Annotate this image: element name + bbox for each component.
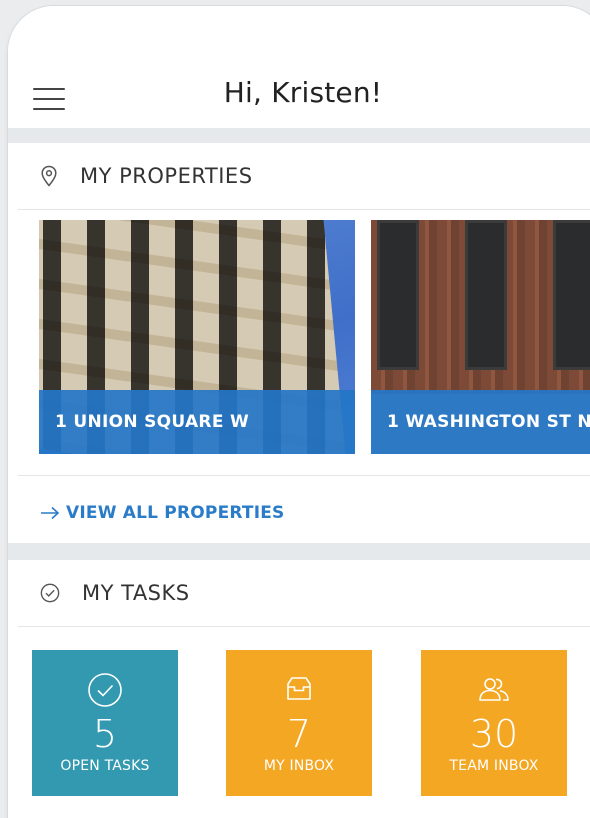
section-divider [8, 543, 590, 560]
my-inbox-label: MY INBOX [263, 758, 335, 774]
my-tasks-title: MY TASKS [82, 581, 190, 605]
open-tasks-tile[interactable]: 5 OPEN TASKS [32, 650, 178, 796]
property-card[interactable]: 1 WASHINGTON ST NEW [371, 220, 590, 454]
my-inbox-tile[interactable]: 7 MY INBOX [226, 650, 372, 796]
greeting-title: Hi, Kristen! [223, 76, 383, 109]
section-divider [8, 128, 590, 143]
team-inbox-count: 30 [469, 712, 519, 756]
team-users-icon [479, 678, 509, 701]
divider-line [18, 209, 590, 210]
location-pin-icon [41, 165, 57, 187]
app-header: Hi, Kristen! [8, 6, 590, 128]
property-card[interactable]: 1 UNION SQUARE W [39, 220, 355, 454]
view-all-properties-label: VIEW ALL PROPERTIES [66, 503, 285, 523]
arrow-right-icon [41, 506, 60, 520]
divider-line [18, 475, 590, 476]
my-properties-title: MY PROPERTIES [80, 164, 253, 188]
property-card-label: 1 UNION SQUARE W [39, 390, 355, 454]
task-tiles: 5 OPEN TASKS 7 MY INBOX 30 TEAM INBOX [32, 650, 590, 796]
my-properties-section: MY PROPERTIES 1 UNION SQUARE W 1 WASHING… [8, 143, 590, 543]
inbox-tray-icon [287, 677, 311, 700]
team-inbox-label: TEAM INBOX [449, 758, 539, 774]
my-tasks-header: MY TASKS [40, 578, 190, 608]
view-all-properties-link[interactable]: VIEW ALL PROPERTIES [40, 503, 284, 523]
my-tasks-section: MY TASKS 5 OPEN TASKS 7 MY INBOX 30 TEAM… [8, 560, 590, 818]
my-inbox-count: 7 [286, 712, 312, 756]
property-carousel[interactable]: 1 UNION SQUARE W 1 WASHINGTON ST NEW [39, 220, 590, 456]
open-tasks-count: 5 [92, 712, 118, 756]
open-tasks-label: OPEN TASKS [60, 758, 150, 774]
my-properties-header: MY PROPERTIES [40, 161, 253, 191]
team-inbox-tile[interactable]: 30 TEAM INBOX [421, 650, 567, 796]
check-circle-icon [40, 583, 60, 603]
property-card-label: 1 WASHINGTON ST NEW [371, 390, 590, 454]
check-circle-icon [88, 673, 122, 707]
divider-line [18, 626, 590, 627]
phone-screen: Hi, Kristen! MY PROPERTIES 1 UNION SQUAR… [8, 6, 590, 818]
